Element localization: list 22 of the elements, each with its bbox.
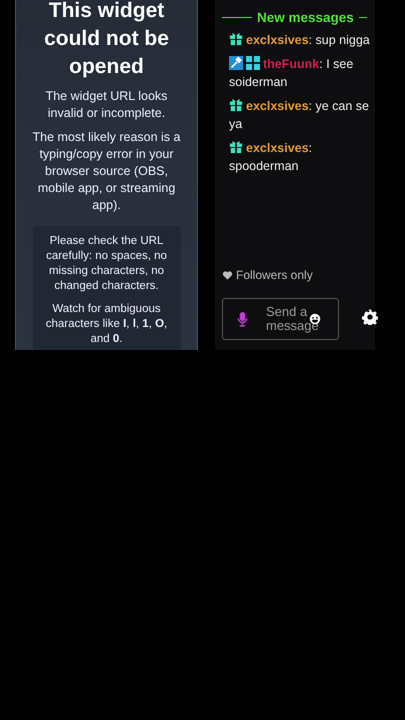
gift-icon	[229, 140, 243, 154]
chat-message: exclxsives: spooderman	[229, 139, 314, 175]
grid-badge-icon	[246, 56, 260, 70]
message-input[interactable]: Send a message	[266, 305, 336, 333]
heart-icon	[222, 270, 233, 280]
error-text: The widget URL looks invalid or incomplete.	[44, 88, 168, 122]
gift-icon	[229, 98, 243, 112]
error-title: This widget could not be opened	[43, 0, 170, 80]
message-field[interactable]: Send a message	[222, 298, 339, 340]
tip-text: Please check the URL carefully: no spaces, no missing characters, no changed characters.	[45, 234, 168, 294]
settings-icon[interactable]	[362, 309, 378, 325]
gift-icon	[229, 32, 243, 46]
error-text: The most likely reason is a typing/copy error in your browser source (OBS, mobile app, or streaming app).	[32, 129, 182, 214]
new-messages-divider: New messages	[257, 10, 354, 25]
chat-message: exclxsives: ye can se ya	[229, 97, 370, 133]
tip-text: Watch for ambiguous characters like I, l, 1, O, and 0.	[44, 302, 168, 347]
microphone-icon	[237, 310, 248, 328]
emoji-icon[interactable]	[309, 313, 321, 325]
chat-message: theFuunk: I see soiderman	[229, 55, 354, 91]
followers-only-label: Followers only	[236, 268, 313, 282]
hammer-icon	[229, 56, 243, 70]
chat-message: exclxsives: sup nigga	[229, 31, 375, 49]
